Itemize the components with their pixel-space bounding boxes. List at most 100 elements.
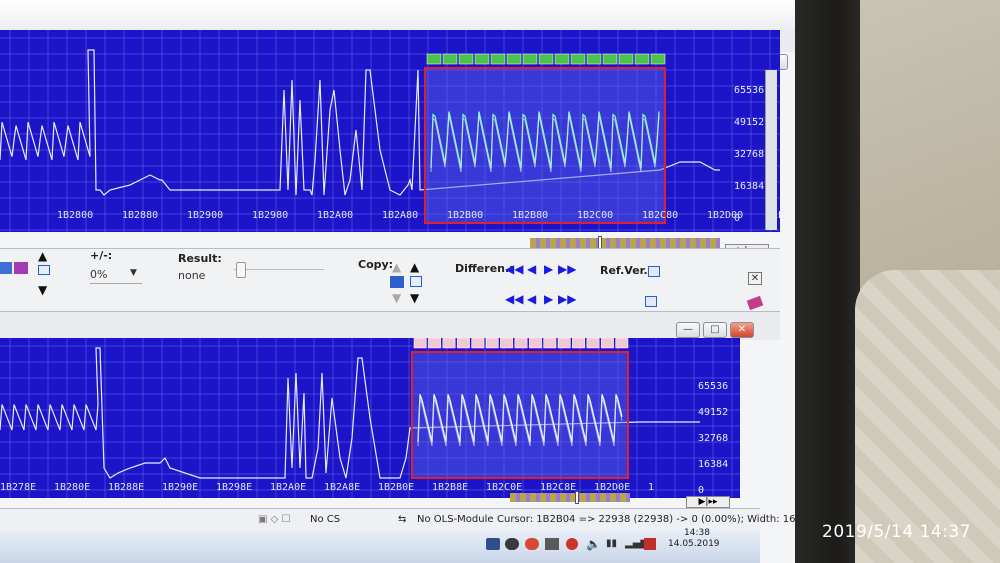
diff2-prev-icon[interactable]: ◀ (527, 292, 536, 306)
y-tick-label: 65536 (734, 85, 765, 96)
bottom-y-axis: 65536 49152 32768 16384 0 (696, 338, 740, 498)
tray-icon-2[interactable] (505, 538, 519, 550)
modified-byte-marker (557, 338, 571, 349)
diff-last-icon[interactable]: ▶▶ (558, 262, 576, 276)
tray-icon-3[interactable] (525, 538, 539, 550)
modified-byte-marker (474, 53, 490, 65)
x-tick-label: 1B2900 (187, 210, 224, 221)
slider-thumb[interactable] (236, 262, 246, 278)
diff2-first-icon[interactable]: ◀◀ (505, 292, 523, 306)
diff2-next-icon[interactable]: ▶ (544, 292, 553, 306)
modified-byte-marker (618, 53, 634, 65)
modified-byte-marker (506, 53, 522, 65)
bottom-restore-button[interactable]: □ (703, 322, 727, 338)
plug-icon: ⇆ (398, 514, 407, 525)
toolbar-close-icon[interactable]: ✕ (748, 272, 762, 285)
battery-icon[interactable]: ▮▮ (606, 538, 617, 549)
top-graph-canvas[interactable] (0, 30, 780, 232)
copy-up-icon[interactable]: ▲ (410, 260, 419, 274)
copy-list-icon[interactable] (410, 276, 422, 287)
bottom-graph-canvas[interactable] (0, 338, 740, 498)
status-bar: ▣ ◇ ☐ No CS ⇆ No OLS-Module Cursor: 1B2B… (0, 508, 795, 530)
windows-taskbar: 🔈 ▮▮ ▂▄▆ 14:38 14.05.2019 (0, 528, 760, 563)
bottom-page-nav-buttons[interactable]: ▶|▸▸ (686, 496, 730, 508)
modified-byte-marker (634, 53, 650, 65)
modified-byte-marker (554, 53, 570, 65)
modified-byte-marker (600, 338, 614, 349)
modified-byte-marker (500, 338, 514, 349)
modified-byte-marker (522, 53, 538, 65)
y-tick-label: 16384 (734, 181, 765, 192)
diff2-last-icon[interactable]: ▶▶ (558, 292, 576, 306)
x-tick-label: 1B290E (162, 482, 199, 493)
top-title-area (0, 0, 800, 30)
x-tick-label: 1B2D0E (594, 482, 631, 493)
y-tick-label: 32768 (734, 149, 765, 160)
window-icon-2[interactable] (14, 262, 28, 274)
x-tick-label: 1B2B80 (512, 210, 549, 221)
bottom-close-button[interactable]: ✕ (730, 322, 754, 338)
x-tick-label: 1B2C8E (540, 482, 577, 493)
x-tick-label: 1B2B00 (447, 210, 484, 221)
modified-byte-marker (485, 338, 499, 349)
tray-icon-4[interactable] (545, 538, 559, 550)
plus-minus-label: +/-: (90, 249, 113, 262)
x-tick-label: 1B2B8E (432, 482, 469, 493)
bottom-hex-graph[interactable] (0, 338, 740, 498)
result-slider[interactable] (234, 262, 324, 278)
x-tick-label: 1B278E (0, 482, 37, 493)
modified-byte-marker (471, 338, 485, 349)
arrow-up-icon[interactable]: ▲ (38, 249, 47, 263)
bottom-minimize-button[interactable]: — (676, 322, 700, 338)
modified-byte-marker (490, 53, 506, 65)
window-icon[interactable] (0, 262, 12, 274)
ref-ver-window-icon-2[interactable] (645, 296, 657, 307)
slider-track (234, 269, 324, 270)
modified-byte-marker (514, 338, 528, 349)
tray-icon-5[interactable] (566, 538, 578, 550)
top-horizontal-overview-strip[interactable] (530, 238, 720, 248)
bottom-window-header (0, 312, 780, 340)
copy-window-icon[interactable] (390, 276, 404, 288)
x-tick-label: 1B2C00 (577, 210, 614, 221)
diff-prev-icon[interactable]: ◀ (527, 262, 536, 276)
diff-first-icon[interactable]: ◀◀ (505, 262, 523, 276)
ref-ver-label: Ref.Ver.: (600, 264, 653, 277)
modified-byte-marker (543, 338, 557, 349)
modified-byte-marker (602, 53, 618, 65)
modified-byte-marker (586, 53, 602, 65)
bottom-overview-thumb[interactable] (575, 491, 579, 504)
x-tick-label: 1B2C0E (486, 482, 523, 493)
modified-byte-marker (458, 53, 474, 65)
top-hex-graph[interactable] (0, 30, 780, 232)
plus-minus-select[interactable]: 0% ▼ (90, 268, 142, 284)
status-cursor: Cursor: 1B2B04 => 22938 (22938) -> 0 (0.… (497, 514, 796, 525)
y-tick-label: 16384 (698, 459, 729, 470)
x-tick-label: 1B2800 (57, 210, 94, 221)
taskbar-date[interactable]: 14.05.2019 (668, 539, 720, 549)
tray-icon-1[interactable] (486, 538, 500, 550)
speaker-icon[interactable]: 🔈 (586, 537, 601, 551)
x-tick-label: 1B2A8E (324, 482, 361, 493)
modified-byte-marker (426, 53, 442, 65)
copy-down-icon[interactable]: ▼ (410, 291, 419, 305)
diff-next-icon[interactable]: ▶ (544, 262, 553, 276)
list-icon[interactable] (38, 265, 50, 275)
background-cushion (855, 270, 1000, 563)
x-tick-label: 1B2980 (252, 210, 289, 221)
flag-icon[interactable] (644, 538, 656, 550)
ref-ver-window-icon[interactable] (648, 266, 660, 277)
chevron-down-icon: ▼ (130, 268, 137, 278)
taskbar-time[interactable]: 14:38 (684, 528, 710, 538)
copy-label: Copy: (358, 258, 394, 271)
bottom-horizontal-overview-strip[interactable] (510, 493, 630, 502)
y-tick-label: 32768 (698, 433, 729, 444)
x-tick-label: 1B2A80 (382, 210, 419, 221)
modified-byte-marker (572, 338, 586, 349)
modified-byte-marker (413, 338, 427, 349)
top-vertical-scrollbar[interactable] (765, 70, 777, 230)
modified-byte-marker (650, 53, 666, 65)
status-module: No OLS-Module (417, 514, 494, 525)
arrow-down-icon[interactable]: ▼ (38, 283, 47, 297)
modified-byte-marker (528, 338, 542, 349)
